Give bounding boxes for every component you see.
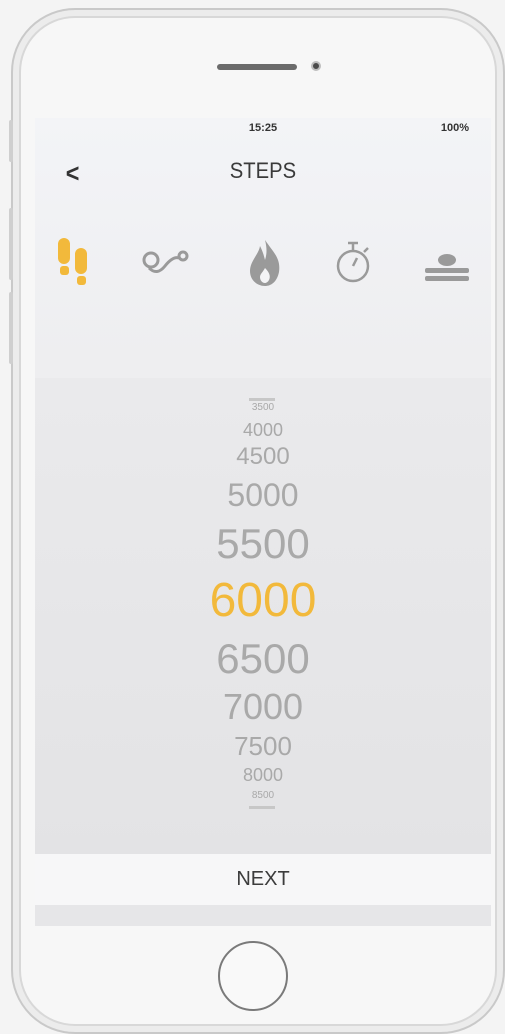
picker-top-marker (249, 398, 275, 401)
mute-switch (9, 120, 13, 162)
next-button[interactable]: NEXT (35, 854, 491, 905)
volume-down-button (9, 292, 13, 364)
picker-value[interactable]: 4500 (35, 445, 491, 469)
picker-value[interactable]: 8000 (35, 766, 491, 784)
distance-icon[interactable] (137, 230, 193, 294)
picker-value[interactable]: 8500 (35, 791, 491, 801)
volume-up-button (9, 208, 13, 280)
steps-icon[interactable] (49, 230, 105, 294)
picker-value[interactable]: 5500 (35, 523, 491, 565)
picker-bottom-marker (249, 806, 275, 809)
page-title: STEPS (229, 158, 297, 183)
picker-value[interactable]: 7000 (35, 689, 491, 725)
home-button[interactable] (218, 941, 288, 1011)
steps-picker[interactable]: 3500 4000 4500 5000 5500 6000 6500 7000 … (35, 378, 491, 854)
nav-bar: < STEPS (35, 154, 491, 190)
picker-value[interactable]: 4000 (35, 421, 491, 439)
battery-level: 100% (440, 122, 469, 134)
app-screen: 15:25 100% < STEPS 3500 4000 4500 5000 5… (35, 118, 491, 926)
sleep-icon[interactable] (417, 230, 473, 294)
picker-value[interactable]: 3500 (35, 403, 491, 413)
timer-icon[interactable] (325, 230, 381, 294)
picker-value[interactable]: 6500 (35, 638, 491, 680)
status-time: 15:25 (248, 122, 278, 134)
speaker-grille (217, 64, 297, 70)
metric-tabs (35, 230, 491, 294)
calories-icon[interactable] (237, 230, 293, 294)
picker-value[interactable]: 5000 (35, 479, 491, 511)
status-bar: 15:25 100% (35, 122, 491, 138)
picker-value[interactable]: 7500 (35, 733, 491, 759)
front-camera (311, 61, 321, 71)
picker-selected-value[interactable]: 6000 (35, 577, 491, 625)
